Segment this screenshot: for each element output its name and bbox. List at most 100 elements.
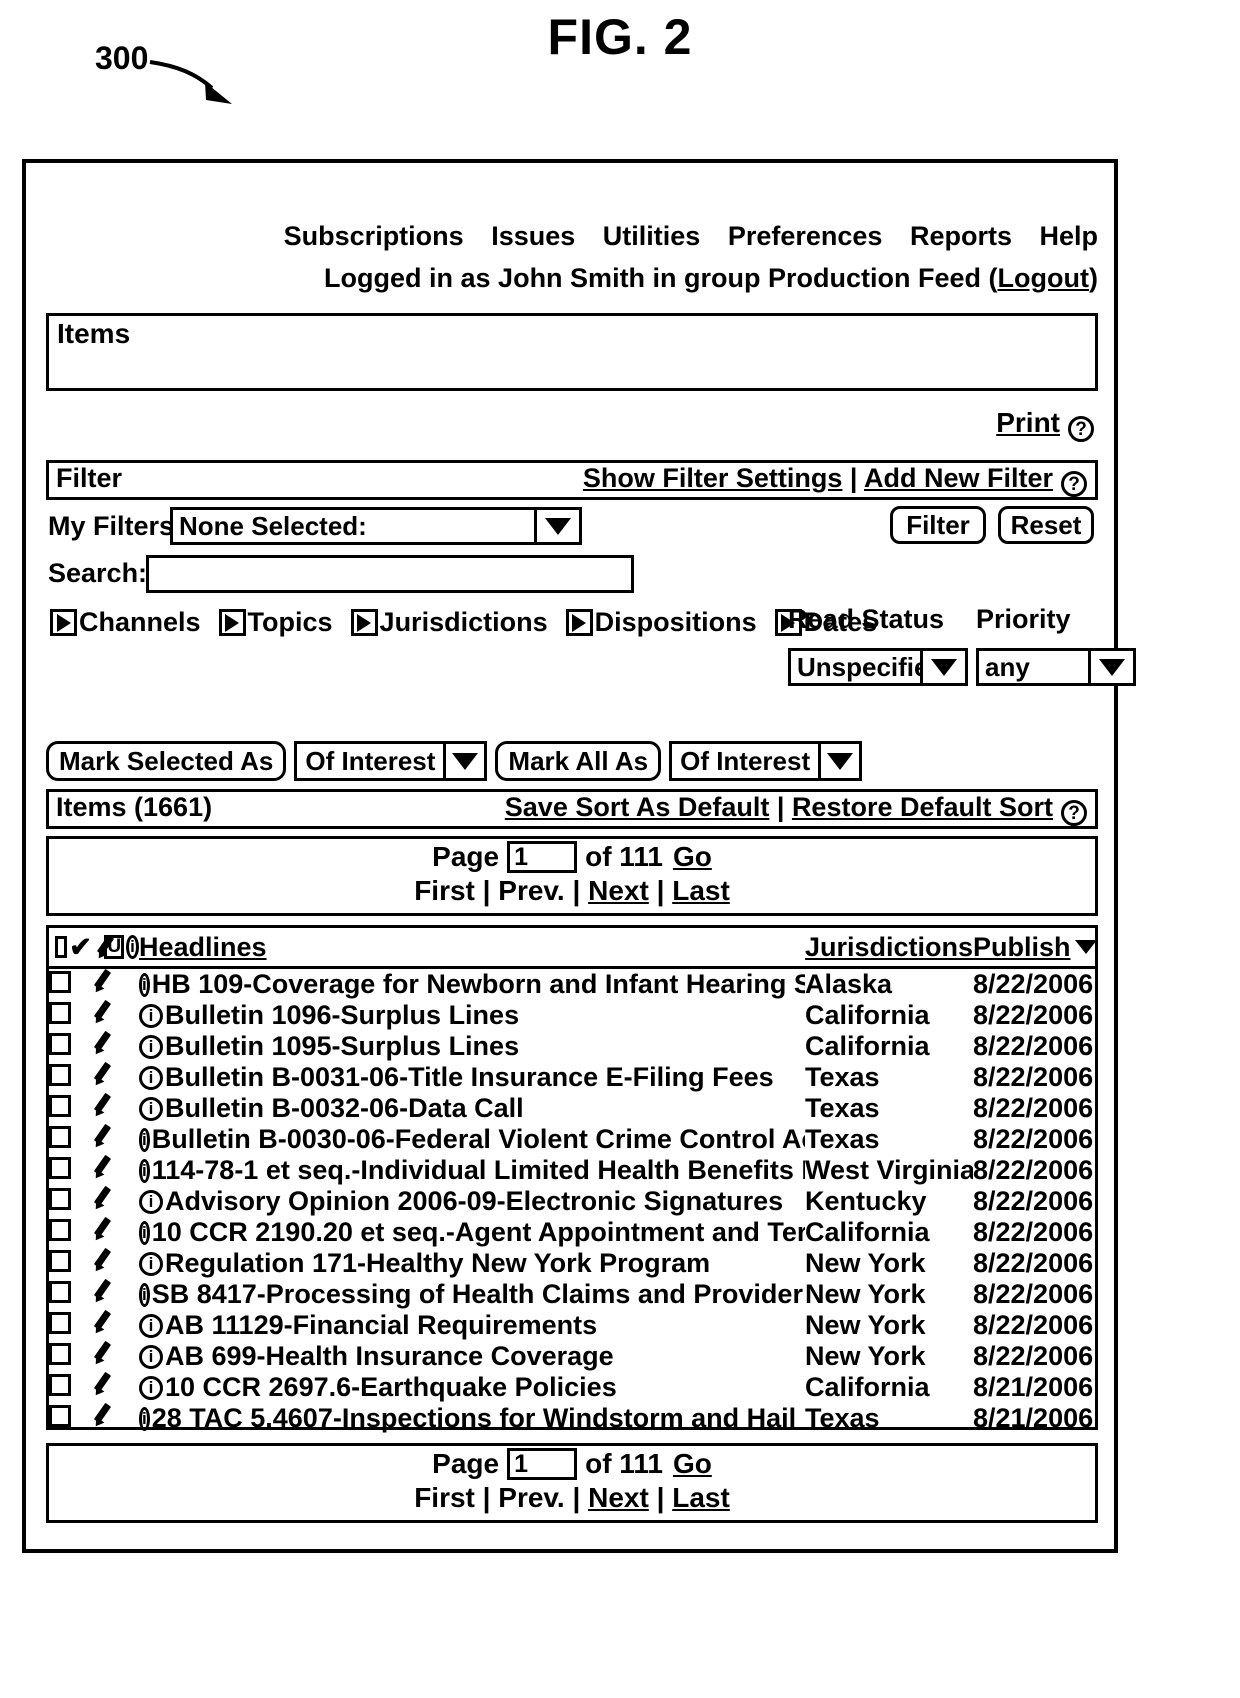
- row-headline-cell[interactable]: i 10 CCR 2697.6-Earthquake Policies: [139, 1372, 805, 1403]
- row-checkbox-cell[interactable]: [49, 1279, 91, 1310]
- row-headline-cell[interactable]: i Regulation 171-Healthy New York Program: [139, 1248, 805, 1279]
- first-link[interactable]: First: [414, 875, 475, 906]
- info-icon[interactable]: i: [139, 1127, 150, 1152]
- row-note-cell[interactable]: [91, 1310, 139, 1341]
- last-link[interactable]: Last: [672, 1482, 730, 1513]
- print-link[interactable]: Print: [996, 407, 1060, 438]
- row-checkbox-cell[interactable]: [49, 968, 91, 1001]
- row-note-cell[interactable]: [91, 1062, 139, 1093]
- row-note-cell[interactable]: [91, 1155, 139, 1186]
- expander-jurisdictions[interactable]: Jurisdictions: [350, 607, 548, 638]
- row-note-cell[interactable]: [91, 1000, 139, 1031]
- mark-all-as-button[interactable]: Mark All As: [495, 741, 662, 781]
- nav-issues[interactable]: Issues: [491, 221, 575, 252]
- row-checkbox-cell[interactable]: [49, 1403, 91, 1434]
- row-checkbox-cell[interactable]: [49, 1000, 91, 1031]
- mark-all-as-select[interactable]: Of Interest: [669, 741, 863, 781]
- row-checkbox-cell[interactable]: [49, 1124, 91, 1155]
- prev-link[interactable]: Prev.: [498, 875, 564, 906]
- pencil-icon[interactable]: [91, 1341, 113, 1365]
- table-row[interactable]: i 114-78-1 et seq.-Individual Limited Hea…: [49, 1155, 1097, 1186]
- table-row[interactable]: i 10 CCR 2190.20 et seq.-Agent Appointmen…: [49, 1217, 1097, 1248]
- checkbox-icon[interactable]: [49, 1343, 71, 1365]
- add-new-filter-link[interactable]: Add New Filter: [864, 463, 1053, 493]
- table-row[interactable]: i Regulation 171-Healthy New York Program…: [49, 1248, 1097, 1279]
- expander-channels[interactable]: Channels: [50, 607, 201, 638]
- table-row[interactable]: i SB 8417-Processing of Health Claims and…: [49, 1279, 1097, 1310]
- row-headline-cell[interactable]: i Bulletin B-0032-06-Data Call: [139, 1093, 805, 1124]
- table-row[interactable]: i Bulletin 1095-Surplus Lines California …: [49, 1031, 1097, 1062]
- nav-subscriptions[interactable]: Subscriptions: [284, 221, 464, 252]
- pencil-icon[interactable]: [91, 1372, 113, 1396]
- checkbox-icon[interactable]: [49, 1219, 71, 1241]
- info-icon[interactable]: i: [139, 1220, 150, 1245]
- row-note-cell[interactable]: [91, 1186, 139, 1217]
- info-icon[interactable]: i: [139, 1065, 163, 1090]
- info-icon[interactable]: i: [139, 1158, 150, 1183]
- first-link[interactable]: First: [414, 1482, 475, 1513]
- row-note-cell[interactable]: [91, 1279, 139, 1310]
- row-headline-cell[interactable]: i AB 699-Health Insurance Coverage: [139, 1341, 805, 1372]
- row-headline-cell[interactable]: i Bulletin B-0030-06-Federal Violent Crim…: [139, 1124, 805, 1155]
- pencil-icon[interactable]: [91, 1062, 113, 1086]
- filter-button[interactable]: Filter: [890, 506, 986, 544]
- page-number-input[interactable]: 1: [507, 1448, 578, 1480]
- row-checkbox-cell[interactable]: [49, 1093, 91, 1124]
- checkbox-icon[interactable]: [49, 1064, 71, 1086]
- row-headline-cell[interactable]: i Bulletin 1096-Surplus Lines: [139, 1000, 805, 1031]
- checkbox-icon[interactable]: [49, 1188, 71, 1210]
- table-row[interactable]: i Bulletin B-0031-06-Title Insurance E-Fi…: [49, 1062, 1097, 1093]
- checkbox-icon[interactable]: [49, 1250, 71, 1272]
- table-row[interactable]: i Advisory Opinion 2006-09-Electronic Sig…: [49, 1186, 1097, 1217]
- table-row[interactable]: i AB 11129-Financial Requirements New Yor…: [49, 1310, 1097, 1341]
- nav-utilities[interactable]: Utilities: [603, 221, 701, 252]
- search-input[interactable]: [146, 555, 634, 593]
- info-icon[interactable]: i: [139, 972, 150, 997]
- checkbox-icon[interactable]: [49, 1405, 71, 1427]
- pencil-icon[interactable]: [91, 1155, 113, 1179]
- pencil-icon[interactable]: [91, 1093, 113, 1117]
- info-icon[interactable]: i: [139, 1375, 163, 1400]
- info-icon[interactable]: i: [126, 935, 139, 959]
- table-row[interactable]: i Bulletin B-0030-06-Federal Violent Crim…: [49, 1124, 1097, 1155]
- my-filters-select[interactable]: None Selected:: [170, 507, 582, 545]
- nav-help[interactable]: Help: [1039, 221, 1098, 252]
- go-link[interactable]: Go: [673, 1448, 712, 1480]
- save-sort-as-default-link[interactable]: Save Sort As Default: [505, 792, 770, 822]
- table-row[interactable]: i Bulletin B-0032-06-Data Call Texas 8/22…: [49, 1093, 1097, 1124]
- row-note-cell[interactable]: [91, 968, 139, 1001]
- row-checkbox-cell[interactable]: [49, 1341, 91, 1372]
- row-headline-cell[interactable]: i Advisory Opinion 2006-09-Electronic Sig…: [139, 1186, 805, 1217]
- info-icon[interactable]: i: [139, 1096, 163, 1121]
- pencil-icon[interactable]: [91, 1403, 113, 1427]
- row-note-cell[interactable]: [91, 1093, 139, 1124]
- chevron-down-icon[interactable]: [818, 744, 859, 778]
- row-checkbox-cell[interactable]: [49, 1310, 91, 1341]
- question-icon[interactable]: ?: [1068, 416, 1094, 442]
- table-row[interactable]: i 10 CCR 2697.6-Earthquake Policies Calif…: [49, 1372, 1097, 1403]
- row-headline-cell[interactable]: i AB 11129-Financial Requirements: [139, 1310, 805, 1341]
- row-headline-cell[interactable]: i HB 109-Coverage for Newborn and Infant …: [139, 968, 805, 1001]
- show-filter-settings-link[interactable]: Show Filter Settings: [583, 463, 843, 493]
- row-checkbox-cell[interactable]: [49, 1248, 91, 1279]
- chevron-down-icon[interactable]: [534, 510, 579, 542]
- row-headline-cell[interactable]: i Bulletin B-0031-06-Title Insurance E-Fi…: [139, 1062, 805, 1093]
- checkbox-icon[interactable]: [49, 1312, 71, 1334]
- question-icon[interactable]: ?: [1061, 800, 1087, 826]
- checkbox-icon[interactable]: [49, 1033, 71, 1055]
- info-icon[interactable]: i: [139, 1406, 150, 1431]
- row-checkbox-cell[interactable]: [49, 1186, 91, 1217]
- info-icon[interactable]: i: [139, 1313, 163, 1338]
- last-link[interactable]: Last: [672, 875, 730, 906]
- row-note-cell[interactable]: [91, 1031, 139, 1062]
- page-number-input[interactable]: 1: [507, 841, 578, 873]
- checkbox-icon[interactable]: [49, 1002, 71, 1024]
- table-row[interactable]: i Bulletin 1096-Surplus Lines California …: [49, 1000, 1097, 1031]
- expander-topics[interactable]: Topics: [218, 607, 333, 638]
- row-checkbox-cell[interactable]: [49, 1155, 91, 1186]
- row-headline-cell[interactable]: i 10 CCR 2190.20 et seq.-Agent Appointmen…: [139, 1217, 805, 1248]
- pencil-icon[interactable]: [94, 935, 103, 959]
- pencil-icon[interactable]: [91, 1124, 113, 1148]
- next-link[interactable]: Next: [588, 1482, 649, 1513]
- row-headline-cell[interactable]: i SB 8417-Processing of Health Claims and…: [139, 1279, 805, 1310]
